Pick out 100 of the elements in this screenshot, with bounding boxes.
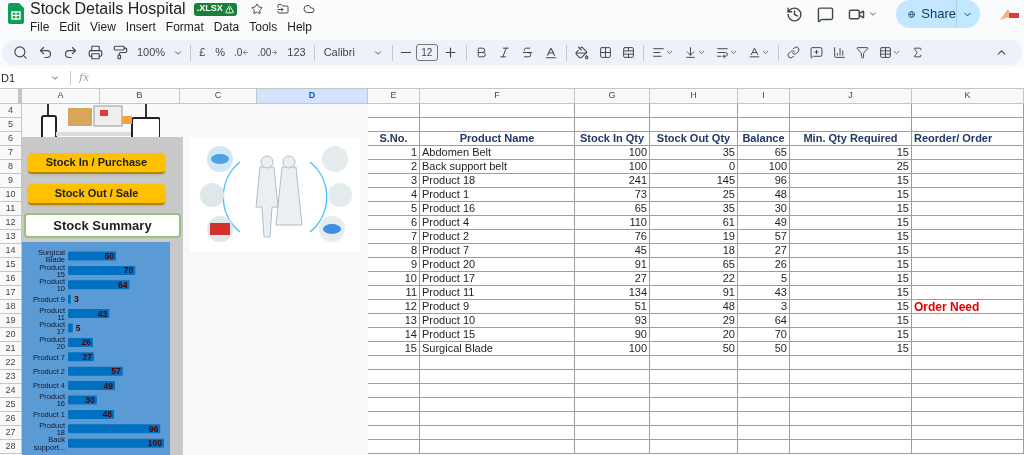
table-cell: Product 10	[420, 314, 575, 328]
table-cell: 18	[650, 244, 738, 258]
folder-icon[interactable]	[276, 3, 289, 15]
arrow-down-icon	[683, 46, 697, 59]
star-icon[interactable]	[250, 3, 263, 15]
table-cell: 30	[738, 202, 790, 216]
column-header[interactable]: K	[912, 89, 1024, 103]
row-header[interactable]: 9	[0, 174, 22, 188]
row-header[interactable]: 12	[0, 216, 22, 230]
column-header[interactable]: B	[100, 89, 180, 103]
row-header[interactable]: 14	[0, 244, 22, 258]
panel-button[interactable]: Stock Summary	[24, 213, 181, 238]
table-cell: 48	[650, 300, 738, 314]
spreadsheet-logo-icon[interactable]	[8, 3, 24, 24]
column-header[interactable]: H	[650, 89, 738, 103]
font-dropdown[interactable]: Calibri	[317, 44, 389, 61]
file-type-badge[interactable]: .XLSX	[193, 2, 237, 16]
row-header[interactable]: 24	[0, 384, 22, 398]
document-title[interactable]: Stock Details Hospital	[30, 1, 186, 17]
table-cell: 64	[738, 314, 790, 328]
name-box[interactable]: D1	[0, 69, 50, 87]
row-header[interactable]: 15	[0, 258, 22, 272]
increase-decimals-button[interactable]: .00	[253, 45, 283, 60]
cloud-icon[interactable]	[302, 3, 315, 15]
table-cell	[368, 118, 420, 132]
menu-item[interactable]: File	[30, 19, 50, 35]
share-button[interactable]: Share	[896, 0, 956, 28]
redo-icon	[63, 45, 78, 60]
table-cell: Product 16	[420, 202, 575, 216]
menu-item[interactable]: Data	[213, 19, 240, 35]
row-header[interactable]: 19	[0, 314, 22, 328]
menu-item[interactable]: Format	[165, 19, 204, 35]
row-header[interactable]: 22	[0, 356, 22, 370]
table-cell: 134	[575, 286, 650, 300]
row-header[interactable]: 10	[0, 188, 22, 202]
menu-item[interactable]: Insert	[125, 19, 156, 35]
column-header[interactable]: F	[420, 89, 575, 103]
zoom-dropdown[interactable]: 100%	[133, 44, 188, 61]
table-cell: Product 17	[420, 272, 575, 286]
table-cell: 61	[650, 216, 738, 230]
menu-item[interactable]: Tools	[249, 19, 278, 35]
column-header[interactable]: I	[738, 89, 790, 103]
caret-icon	[728, 48, 738, 57]
history-icon[interactable]	[786, 5, 803, 23]
text-rotation-icon	[747, 46, 761, 59]
menu-item[interactable]: Edit	[59, 19, 81, 35]
table-cell	[368, 370, 420, 384]
row-header[interactable]: 4	[0, 104, 22, 118]
row-header[interactable]: 20	[0, 328, 22, 342]
bar	[68, 381, 116, 391]
table-cell: Product 1	[420, 188, 575, 202]
row-header[interactable]: 7	[0, 146, 22, 160]
row-header[interactable]: 28	[0, 440, 22, 454]
row-header[interactable]: 25	[0, 398, 22, 412]
menu-item[interactable]: View	[90, 19, 116, 35]
table-cell: 29	[650, 314, 738, 328]
table-cell: 15	[790, 230, 912, 244]
table-cell: 43	[738, 286, 790, 300]
row-header[interactable]: 5	[0, 118, 22, 132]
row-header[interactable]: 6	[0, 132, 22, 146]
currency-button[interactable]: £	[194, 41, 211, 64]
panel-button[interactable]: Stock In / Purchase	[28, 153, 165, 174]
comment-icon[interactable]	[817, 5, 834, 23]
row-header[interactable]: 17	[0, 286, 22, 300]
row-header[interactable]: 8	[0, 160, 22, 174]
bar	[68, 395, 97, 405]
bar	[68, 280, 130, 290]
data-label: 43	[97, 308, 108, 319]
column-header[interactable]: D	[257, 89, 368, 103]
row-header[interactable]: 16	[0, 272, 22, 286]
column-header[interactable]: J	[790, 89, 912, 103]
column-header[interactable]: G	[575, 89, 650, 103]
table-cell: 19	[650, 230, 738, 244]
table-cell: 65	[575, 202, 650, 216]
row-header[interactable]: 27	[0, 426, 22, 440]
data-label: 26	[81, 337, 91, 348]
menu-item[interactable]: Help	[287, 19, 312, 35]
column-heading: Product Name	[420, 132, 575, 146]
row-header[interactable]: 26	[0, 412, 22, 426]
number-format-button[interactable]: 123	[282, 41, 311, 64]
column-header[interactable]: E	[368, 89, 420, 103]
row-header[interactable]: 11	[0, 202, 22, 216]
percent-button[interactable]: %	[210, 41, 231, 64]
column-header[interactable]: A	[22, 89, 100, 103]
panel-button[interactable]: Stock Out / Sale	[28, 184, 165, 205]
row-header[interactable]: 13	[0, 230, 22, 244]
table-cell: 50	[738, 342, 790, 356]
link-icon	[786, 46, 800, 59]
row-header[interactable]: 23	[0, 370, 22, 384]
data-label: 27	[82, 351, 92, 362]
table-cell: 20	[650, 328, 738, 342]
table-cell: 35	[650, 202, 738, 216]
decrease-decimals-button[interactable]: .0	[230, 45, 254, 60]
row-header[interactable]: 21	[0, 342, 22, 356]
font-size-field[interactable]: 12	[415, 44, 438, 61]
borders-icon	[598, 46, 612, 59]
row-header[interactable]: 18	[0, 300, 22, 314]
caret-icon[interactable]	[50, 73, 60, 83]
table-cell: 15	[790, 272, 912, 286]
undo-icon	[38, 45, 53, 60]
